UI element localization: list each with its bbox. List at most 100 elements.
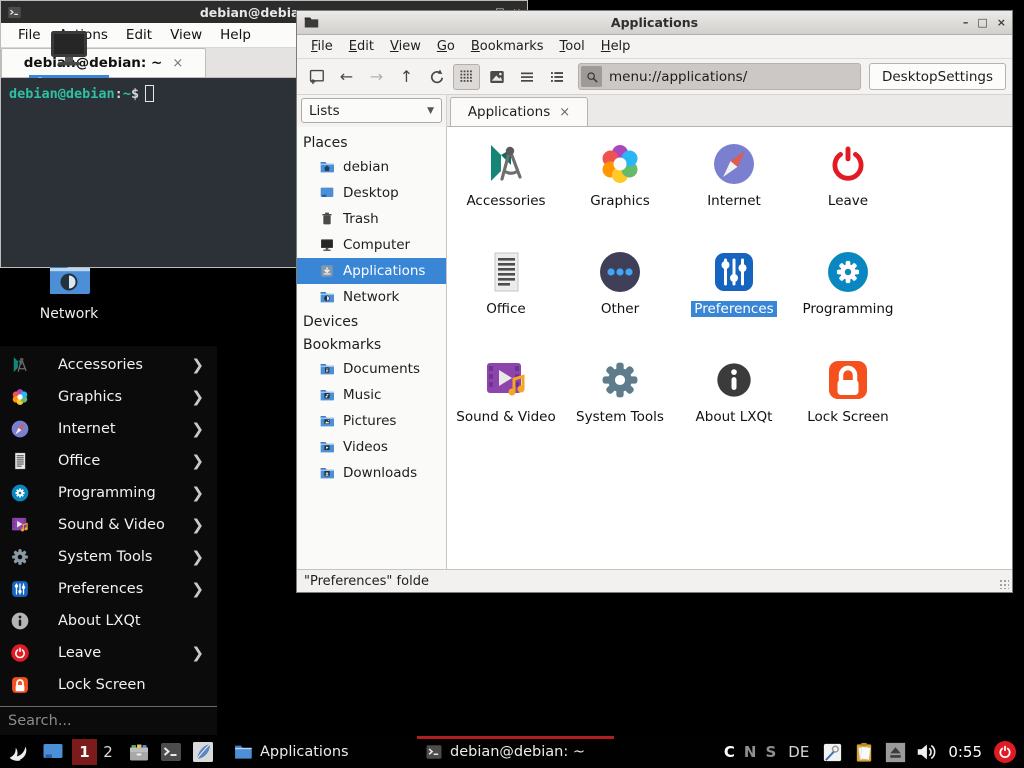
grid-item-about-lxqt[interactable]: About LXQt	[677, 353, 791, 461]
quicklaunch-featherpad-button[interactable]	[191, 740, 215, 764]
folder-network-icon	[319, 289, 335, 305]
grid-item-leave[interactable]: Leave	[791, 137, 905, 245]
task-button-terminal[interactable]: debian@debian: ~	[417, 736, 614, 768]
tab-close-icon[interactable]: ×	[559, 105, 570, 120]
menu-view[interactable]: View	[161, 25, 211, 45]
sidebar-item-applications[interactable]: Applications	[297, 258, 446, 284]
menu-bookmarks[interactable]: Bookmarks	[463, 37, 552, 56]
sidebar-item-music[interactable]: Music	[297, 382, 446, 408]
menu-item-programming[interactable]: Programming❯	[0, 477, 217, 509]
workspace-1-button[interactable]: 1	[72, 739, 97, 765]
menu-view[interactable]: View	[382, 37, 429, 56]
sidebar-item-network[interactable]: Network	[297, 284, 446, 310]
menu-go[interactable]: Go	[429, 37, 463, 56]
desktop-settings-button[interactable]: DesktopSettings	[869, 63, 1006, 90]
grid-item-internet[interactable]: Internet	[677, 137, 791, 245]
sidebar-item-desktop[interactable]: Desktop	[297, 180, 446, 206]
resize-grip[interactable]	[999, 579, 1009, 589]
fm-icon-view[interactable]: Accessories Graphics Internet Leave Offi…	[447, 127, 1012, 569]
screenshot-tray-icon[interactable]	[821, 741, 844, 764]
grid-item-office[interactable]: Office	[449, 245, 563, 353]
back-button[interactable]: ←	[333, 64, 360, 90]
grid-item-other[interactable]: Other	[563, 245, 677, 353]
detailed-view-button[interactable]	[543, 64, 570, 90]
lists-dropdown[interactable]: Lists ▼	[301, 98, 442, 123]
maximize-button[interactable]: □	[977, 16, 987, 29]
minimize-button[interactable]: –	[963, 16, 969, 29]
volume-tray-icon[interactable]	[915, 741, 937, 763]
folder-home-icon	[319, 159, 335, 175]
close-button[interactable]: ×	[997, 16, 1006, 29]
up-button[interactable]: ↑	[393, 64, 420, 90]
grid-item-graphics[interactable]: Graphics	[563, 137, 677, 245]
compact-view-button[interactable]	[513, 64, 540, 90]
quicklaunch-terminal-button[interactable]	[159, 740, 183, 764]
sidebar-item-documents[interactable]: Documents	[297, 356, 446, 382]
fm-titlebar[interactable]: Applications – □ ×	[297, 11, 1012, 35]
main-menu-button[interactable]	[6, 739, 32, 765]
numlock-indicator: N	[744, 743, 757, 761]
leave-tray-button[interactable]	[993, 740, 1017, 764]
clock[interactable]: 0:55	[948, 743, 982, 761]
preferences-icon	[710, 248, 758, 296]
menu-item-about-lxqt[interactable]: About LXQt	[0, 605, 217, 637]
devices-header: Devices	[297, 310, 446, 333]
sidebar-item-videos[interactable]: Videos	[297, 434, 446, 460]
lock-icon	[10, 675, 30, 695]
fm-subheader: Lists ▼ Applications ×	[297, 95, 1012, 127]
refresh-button[interactable]	[423, 64, 450, 90]
address-text[interactable]: menu://applications/	[602, 69, 747, 85]
menu-edit[interactable]: Edit	[117, 25, 161, 45]
menu-item-system-tools[interactable]: System Tools❯	[0, 541, 217, 573]
capslock-indicator: C	[724, 743, 735, 761]
menu-file[interactable]: File	[303, 37, 341, 56]
sidebar-item-downloads[interactable]: Downloads	[297, 460, 446, 486]
grid-item-system-tools[interactable]: System Tools	[563, 353, 677, 461]
grid-item-lock-screen[interactable]: Lock Screen	[791, 353, 905, 461]
grid-item-preferences[interactable]: Preferences	[677, 245, 791, 353]
folder-pictures-icon	[319, 413, 335, 429]
grid-item-sound-video[interactable]: Sound & Video	[449, 353, 563, 461]
quicklaunch-filemanager-button[interactable]	[127, 740, 151, 764]
accessories-icon	[482, 140, 530, 188]
forward-button[interactable]: →	[363, 64, 390, 90]
sidebar-item-debian[interactable]: debian	[297, 154, 446, 180]
show-desktop-button[interactable]	[41, 740, 65, 764]
workspace-2-button[interactable]: 2	[97, 739, 119, 765]
new-tab-button[interactable]	[303, 64, 330, 90]
menu-item-internet[interactable]: Internet❯	[0, 413, 217, 445]
tab-close-icon[interactable]: ×	[172, 56, 183, 71]
menu-tool[interactable]: Tool	[552, 37, 593, 56]
grid-item-accessories[interactable]: Accessories	[449, 137, 563, 245]
sidebar-item-trash[interactable]: Trash	[297, 206, 446, 232]
submenu-arrow-icon: ❯	[191, 388, 204, 406]
menu-item-sound-video[interactable]: Sound & Video❯	[0, 509, 217, 541]
submenu-arrow-icon: ❯	[191, 356, 204, 374]
menu-search-input[interactable]: Search...	[0, 707, 217, 734]
menu-item-lock-screen[interactable]: Lock Screen	[0, 669, 217, 701]
address-bar[interactable]: menu://applications/	[578, 63, 861, 90]
grid-item-programming[interactable]: Programming	[791, 245, 905, 353]
clipboard-tray-icon[interactable]	[853, 741, 876, 764]
fm-tabbar: Applications ×	[447, 95, 1012, 127]
thumbnail-view-button[interactable]	[483, 64, 510, 90]
task-button-applications[interactable]: Applications	[225, 736, 417, 768]
menu-item-office[interactable]: Office❯	[0, 445, 217, 477]
removable-media-tray-icon[interactable]	[885, 742, 906, 763]
lock-icon	[824, 356, 872, 404]
sidebar-item-computer[interactable]: Computer	[297, 232, 446, 258]
menu-edit[interactable]: Edit	[341, 37, 382, 56]
menu-help[interactable]: Help	[211, 25, 260, 45]
icon-view-button[interactable]	[453, 64, 480, 90]
menu-item-accessories[interactable]: Accessories❯	[0, 349, 217, 381]
keyboard-layout-indicator[interactable]: DE	[788, 743, 809, 761]
menu-item-graphics[interactable]: Graphics❯	[0, 381, 217, 413]
sidebar-item-pictures[interactable]: Pictures	[297, 408, 446, 434]
menu-item-leave[interactable]: Leave❯	[0, 637, 217, 669]
office-icon	[10, 451, 30, 471]
menu-help[interactable]: Help	[593, 37, 639, 56]
graphics-icon	[596, 140, 644, 188]
menu-item-preferences[interactable]: Preferences❯	[0, 573, 217, 605]
tab-applications[interactable]: Applications ×	[450, 97, 588, 126]
submenu-arrow-icon: ❯	[191, 420, 204, 438]
